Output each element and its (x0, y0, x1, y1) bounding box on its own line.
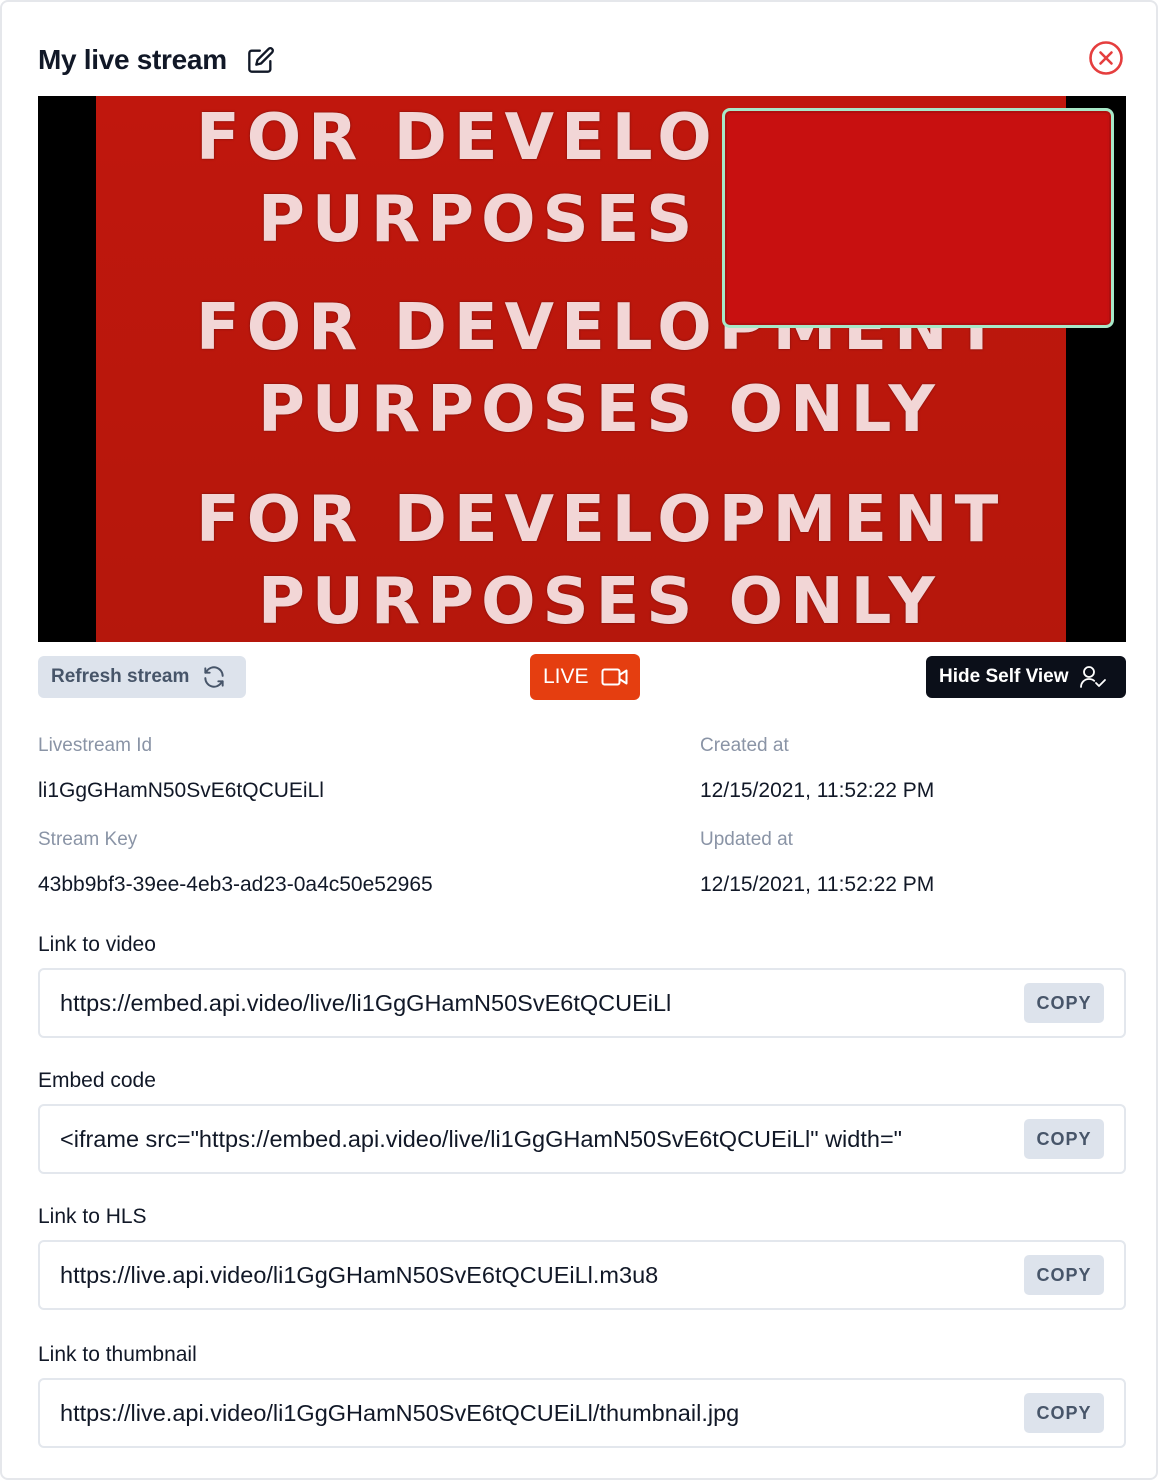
updated-at-label: Updated at (700, 829, 793, 850)
link-to-video-input[interactable]: https://embed.api.video/live/li1GgGHamN5… (60, 970, 1020, 1036)
refresh-stream-label: Refresh stream (51, 666, 190, 687)
video-camera-icon (601, 668, 628, 686)
live-stream-panel: My live stream FOR DEVELOPMENT PURPOSES … (0, 0, 1158, 1480)
copy-video-link-button[interactable]: COPY (1024, 983, 1104, 1023)
refresh-icon (204, 666, 224, 688)
x-circle-icon[interactable] (1088, 40, 1124, 76)
created-at-value: 12/15/2021, 11:52:22 PM (700, 779, 935, 802)
self-view-preview[interactable] (722, 108, 1114, 328)
user-check-icon (1079, 666, 1106, 688)
embed-code-input[interactable]: <iframe src="https://embed.api.video/liv… (60, 1106, 1020, 1172)
pencil-square-icon[interactable] (247, 46, 275, 74)
hide-self-view-button[interactable]: Hide Self View (926, 656, 1126, 698)
created-at-label: Created at (700, 735, 789, 756)
hide-self-view-label: Hide Self View (939, 666, 1069, 687)
livestream-id-label: Livestream Id (38, 735, 153, 756)
link-to-hls-input[interactable]: https://live.api.video/li1GgGHamN50SvE6t… (60, 1242, 1020, 1308)
stream-key-value: 43bb9bf3-39ee-4eb3-ad23-0a4c50e52965 (38, 873, 433, 896)
embed-code-label: Embed code (38, 1069, 156, 1092)
header: My live stream (38, 40, 275, 80)
live-label: LIVE (543, 665, 589, 688)
stream-controls: Refresh stream LIVE Hide Self View (38, 654, 1126, 700)
copy-hls-link-button[interactable]: COPY (1024, 1255, 1104, 1295)
link-to-thumbnail-input[interactable]: https://live.api.video/li1GgGHamN50SvE6t… (60, 1380, 1020, 1446)
page-title: My live stream (38, 44, 227, 75)
video-overlay-text: PURPOSES ONLY (258, 373, 942, 447)
livestream-id-value: li1GgGHamN50SvE6tQCUEiLl (38, 779, 324, 802)
copy-thumbnail-link-button[interactable]: COPY (1024, 1393, 1104, 1433)
video-overlay-text: FOR DEVELOPMENT (196, 483, 1006, 557)
link-to-hls-label: Link to HLS (38, 1205, 147, 1228)
link-to-thumbnail-label: Link to thumbnail (38, 1343, 197, 1366)
updated-at-value: 12/15/2021, 11:52:22 PM (700, 873, 935, 896)
link-to-video-field: https://embed.api.video/live/li1GgGHamN5… (38, 968, 1126, 1038)
link-to-video-label: Link to video (38, 933, 156, 956)
self-view-video (729, 115, 1107, 321)
copy-embed-code-button[interactable]: COPY (1024, 1119, 1104, 1159)
video-overlay-text: PURPOSES ONLY (258, 565, 942, 639)
link-to-thumbnail-field: https://live.api.video/li1GgGHamN50SvE6t… (38, 1378, 1126, 1448)
refresh-stream-button[interactable]: Refresh stream (38, 656, 246, 698)
link-to-hls-field: https://live.api.video/li1GgGHamN50SvE6t… (38, 1240, 1126, 1310)
video-player[interactable]: FOR DEVELOPMENT PURPOSES ONLY FOR DEVELO… (38, 96, 1126, 642)
embed-code-field: <iframe src="https://embed.api.video/liv… (38, 1104, 1126, 1174)
stream-key-label: Stream Key (38, 829, 138, 850)
live-button[interactable]: LIVE (530, 654, 640, 700)
